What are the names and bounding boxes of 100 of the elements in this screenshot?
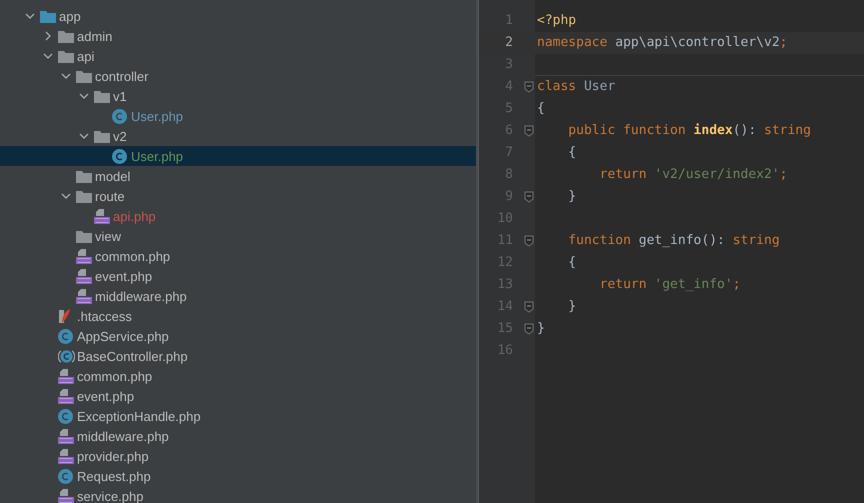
folder-icon: [76, 170, 92, 182]
fold-icon[interactable]: [524, 323, 534, 335]
tree-row[interactable]: event.php: [0, 386, 476, 406]
php-file-icon: [76, 248, 92, 264]
fold-icon[interactable]: [524, 235, 534, 247]
line-number: 2: [504, 34, 513, 52]
file-name: event.php: [77, 390, 134, 402]
php-file-icon: [58, 448, 74, 464]
code-line: class User: [537, 78, 616, 96]
file-name: api.php: [113, 210, 156, 222]
tree-row[interactable]: User.php: [0, 106, 476, 126]
php-file-icon: [58, 388, 74, 404]
file-name: v1: [113, 90, 127, 102]
php-file-icon: [58, 428, 74, 444]
code-line: }: [567, 298, 576, 316]
code-line: {: [567, 254, 576, 272]
tree-row[interactable]: ExceptionHandle.php: [0, 406, 476, 426]
file-name: admin: [77, 30, 112, 42]
file-name: event.php: [95, 270, 152, 282]
folder-icon: [76, 190, 92, 202]
file-name: route: [95, 190, 125, 202]
chevron-icon[interactable]: [43, 31, 53, 41]
class-icon: [58, 468, 73, 484]
tree-row[interactable]: app: [0, 6, 476, 26]
abstract-class-icon: [58, 348, 75, 364]
tree-row[interactable]: common.php: [0, 246, 476, 266]
class-icon: [58, 408, 73, 424]
tree-row[interactable]: admin: [0, 26, 476, 46]
folder-icon: [40, 10, 56, 22]
file-name: app: [59, 10, 81, 22]
file-name: ExceptionHandle.php: [77, 410, 201, 422]
tree-row[interactable]: Request.php: [0, 466, 476, 486]
file-name: api: [77, 50, 94, 62]
code-line: <?php: [537, 12, 576, 30]
tree-row[interactable]: view: [0, 226, 476, 246]
file-name: view: [95, 230, 122, 242]
code-line: }: [567, 188, 576, 206]
code-line: function get_info(): string: [567, 232, 780, 250]
class-icon: [58, 328, 73, 344]
folder-icon: [58, 30, 74, 42]
code-line: }: [537, 320, 545, 338]
feather-icon: [58, 308, 72, 324]
chevron-icon[interactable]: [79, 131, 89, 141]
file-name: User.php: [131, 150, 184, 162]
php-file-icon: [76, 288, 92, 304]
folder-icon: [94, 90, 110, 102]
code-line: return 'v2/user/index2';: [598, 166, 788, 184]
tree-row[interactable]: common.php: [0, 366, 476, 386]
tree-row[interactable]: AppService.php: [0, 326, 476, 346]
file-name: .htaccess: [77, 310, 132, 322]
folder-icon: [58, 50, 74, 62]
fold-icon[interactable]: [524, 301, 534, 313]
tree-row[interactable]: controller: [0, 66, 476, 86]
file-name: provider.php: [77, 450, 149, 462]
file-name: AppService.php: [77, 330, 169, 342]
file-name: common.php: [77, 370, 152, 382]
chevron-icon[interactable]: [61, 191, 71, 201]
tree-row[interactable]: event.php: [0, 266, 476, 286]
file-name: middleware.php: [77, 430, 169, 442]
tree-row[interactable]: api: [0, 46, 476, 66]
code-line: namespace app\api\controller\v2;: [537, 34, 788, 52]
php-file-icon: [58, 488, 74, 503]
tree-row[interactable]: BaseController.php: [0, 346, 476, 366]
tree-row[interactable]: v1: [0, 86, 476, 106]
chevron-icon[interactable]: [43, 51, 53, 61]
fold-icon[interactable]: [524, 191, 534, 203]
php-file-icon: [76, 268, 92, 284]
file-name: model: [95, 170, 130, 182]
tree-row[interactable]: service.php: [0, 486, 476, 503]
file-name: v2: [113, 130, 127, 142]
chevron-icon[interactable]: [25, 11, 35, 21]
folder-icon: [76, 230, 92, 242]
file-name: middleware.php: [95, 290, 187, 302]
file-name: controller: [95, 70, 148, 82]
file-name: service.php: [77, 490, 144, 502]
tree-row[interactable]: .htaccess: [0, 306, 476, 326]
tree-row[interactable]: provider.php: [0, 446, 476, 466]
class-icon: [112, 108, 127, 124]
tree-row[interactable]: route: [0, 186, 476, 206]
tree-row[interactable]: middleware.php: [0, 426, 476, 446]
folder-icon: [94, 130, 110, 142]
class-icon: [112, 148, 127, 164]
php-file-icon: [94, 208, 110, 224]
folder-icon: [76, 70, 92, 82]
file-name: common.php: [95, 250, 170, 262]
code-line: public function index(): string: [567, 122, 811, 140]
code-line: return 'get_info';: [598, 276, 741, 294]
php-file-icon: [58, 368, 74, 384]
file-name: BaseController.php: [77, 350, 188, 362]
fold-icon[interactable]: [524, 81, 534, 93]
fold-icon[interactable]: [524, 125, 534, 137]
code-line: {: [567, 144, 576, 162]
code-line: {: [537, 100, 545, 118]
selected-tree-row[interactable]: User.php: [0, 146, 476, 166]
tree-row[interactable]: model: [0, 166, 476, 186]
file-name: User.php: [131, 110, 184, 122]
chevron-icon[interactable]: [79, 91, 89, 101]
tree-row[interactable]: middleware.php: [0, 286, 476, 306]
tree-row[interactable]: v2: [0, 126, 476, 146]
chevron-icon[interactable]: [61, 71, 71, 81]
